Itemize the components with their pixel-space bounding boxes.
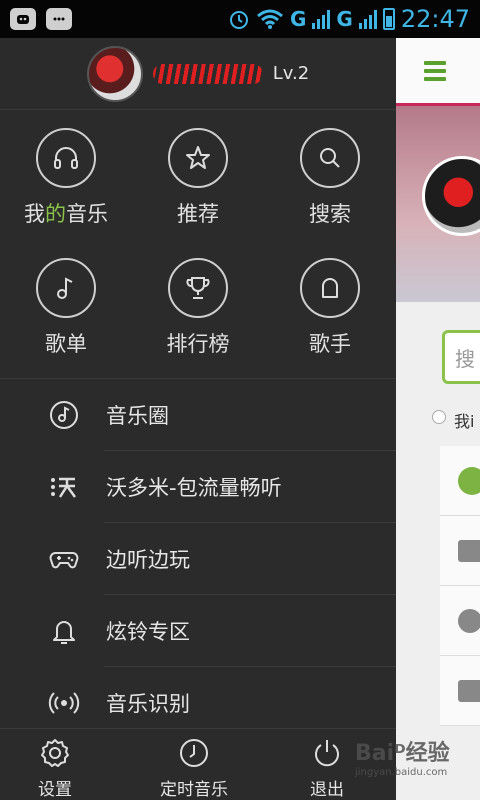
menu-label: 炫铃专区 (106, 620, 190, 644)
message-notification-icon (46, 8, 72, 30)
clock-icon (180, 739, 208, 767)
grid-item-search[interactable]: 搜索 (264, 118, 396, 248)
menu-label: 沃多米-包流量畅听 (106, 476, 282, 500)
trophy-icon (168, 258, 228, 318)
singer-icon (300, 258, 360, 318)
signal-2-icon (358, 9, 377, 29)
list-item[interactable] (440, 656, 480, 726)
quick-grid: 我的音乐 推荐 搜索 歌单 排行榜 歌手 (0, 110, 396, 378)
list-item[interactable] (440, 516, 480, 586)
sleep-timer-button[interactable]: 定时音乐 (160, 737, 228, 800)
exit-label: 退出 (310, 780, 344, 800)
drawer-menu: 音乐圈 沃多米-包流量畅听 边听边玩 炫铃专区 音乐识别 (0, 379, 396, 739)
media-icon (458, 679, 480, 702)
grid-label-charts: 排行榜 (166, 332, 230, 356)
search-icon (300, 128, 360, 188)
avatar[interactable] (86, 45, 143, 102)
signal-1-icon (312, 9, 331, 29)
grid-item-playlist[interactable]: 歌单 (0, 248, 132, 378)
battery-icon (382, 8, 395, 30)
watermark: Baiᴰ经验 jingyan.baidu.com (355, 741, 450, 778)
user-level: Lv.2 (272, 63, 310, 84)
menu-hamburger-icon[interactable] (424, 60, 446, 81)
menu-item-play-games[interactable]: 边听边玩 (0, 523, 396, 595)
grid-item-my-music[interactable]: 我的音乐 (0, 118, 132, 248)
main-topbar (396, 38, 480, 106)
folder-icon (458, 539, 480, 562)
mine-label: 我i (454, 412, 475, 431)
disc-icon (36, 399, 92, 431)
grid-label-my-music: 我的音乐 (24, 202, 108, 226)
headphones-icon (36, 128, 96, 188)
gamepad-icon (36, 543, 92, 575)
list-item[interactable] (440, 446, 480, 516)
grid-label-recommend: 推荐 (177, 202, 219, 226)
search-input[interactable]: 搜 (442, 330, 480, 384)
grid-item-singer[interactable]: 歌手 (264, 248, 396, 378)
alarm-icon (229, 11, 248, 29)
radio-indicator (432, 410, 446, 424)
exit-button[interactable]: 退出 (310, 737, 344, 800)
settings-label: 设置 (38, 780, 72, 800)
username-redacted (152, 63, 263, 84)
menu-label: 音乐圈 (106, 404, 169, 428)
bell-icon (36, 615, 92, 647)
list-item[interactable] (440, 586, 480, 656)
profile-banner (396, 106, 480, 302)
person-icon (458, 608, 480, 633)
grid-label-playlist: 歌单 (45, 332, 87, 356)
grid-label-singer: 歌手 (309, 332, 351, 356)
notification-app-icon (10, 8, 36, 30)
menu-label: 音乐识别 (106, 692, 190, 716)
drawer-bottom-bar: 设置 定时音乐 退出 (0, 728, 396, 800)
network-type-1: G (289, 7, 307, 31)
network-type-2: G (336, 7, 353, 31)
radar-icon (36, 687, 92, 719)
sleep-timer-label: 定时音乐 (160, 780, 228, 800)
gear-icon (41, 739, 69, 767)
play-icon (458, 466, 480, 495)
banner-avatar[interactable] (422, 156, 480, 236)
menu-item-wo-music[interactable]: 沃多米-包流量畅听 (0, 451, 396, 523)
main-content-peek: 搜 我i (396, 38, 480, 800)
wifi-icon (257, 9, 283, 29)
grid-item-charts[interactable]: 排行榜 (132, 248, 264, 378)
menu-label: 边听边玩 (106, 548, 190, 572)
grid-label-search: 搜索 (309, 202, 351, 226)
settings-button[interactable]: 设置 (38, 737, 72, 800)
menu-item-music-circle[interactable]: 音乐圈 (0, 379, 396, 451)
clock-time: 22:47 (400, 5, 470, 33)
profile-header[interactable]: Lv.2 (0, 38, 396, 110)
status-bar: G G 22:47 (0, 0, 480, 38)
menu-item-ringtones[interactable]: 炫铃专区 (0, 595, 396, 667)
music-note-icon (36, 258, 96, 318)
grid-item-recommend[interactable]: 推荐 (132, 118, 264, 248)
wo-icon (36, 471, 92, 503)
power-icon (315, 740, 339, 767)
star-icon (168, 128, 228, 188)
navigation-drawer: Lv.2 我的音乐 推荐 搜索 歌单 排行榜 歌手 音乐圈 沃多米-包流量畅听 … (0, 38, 396, 800)
